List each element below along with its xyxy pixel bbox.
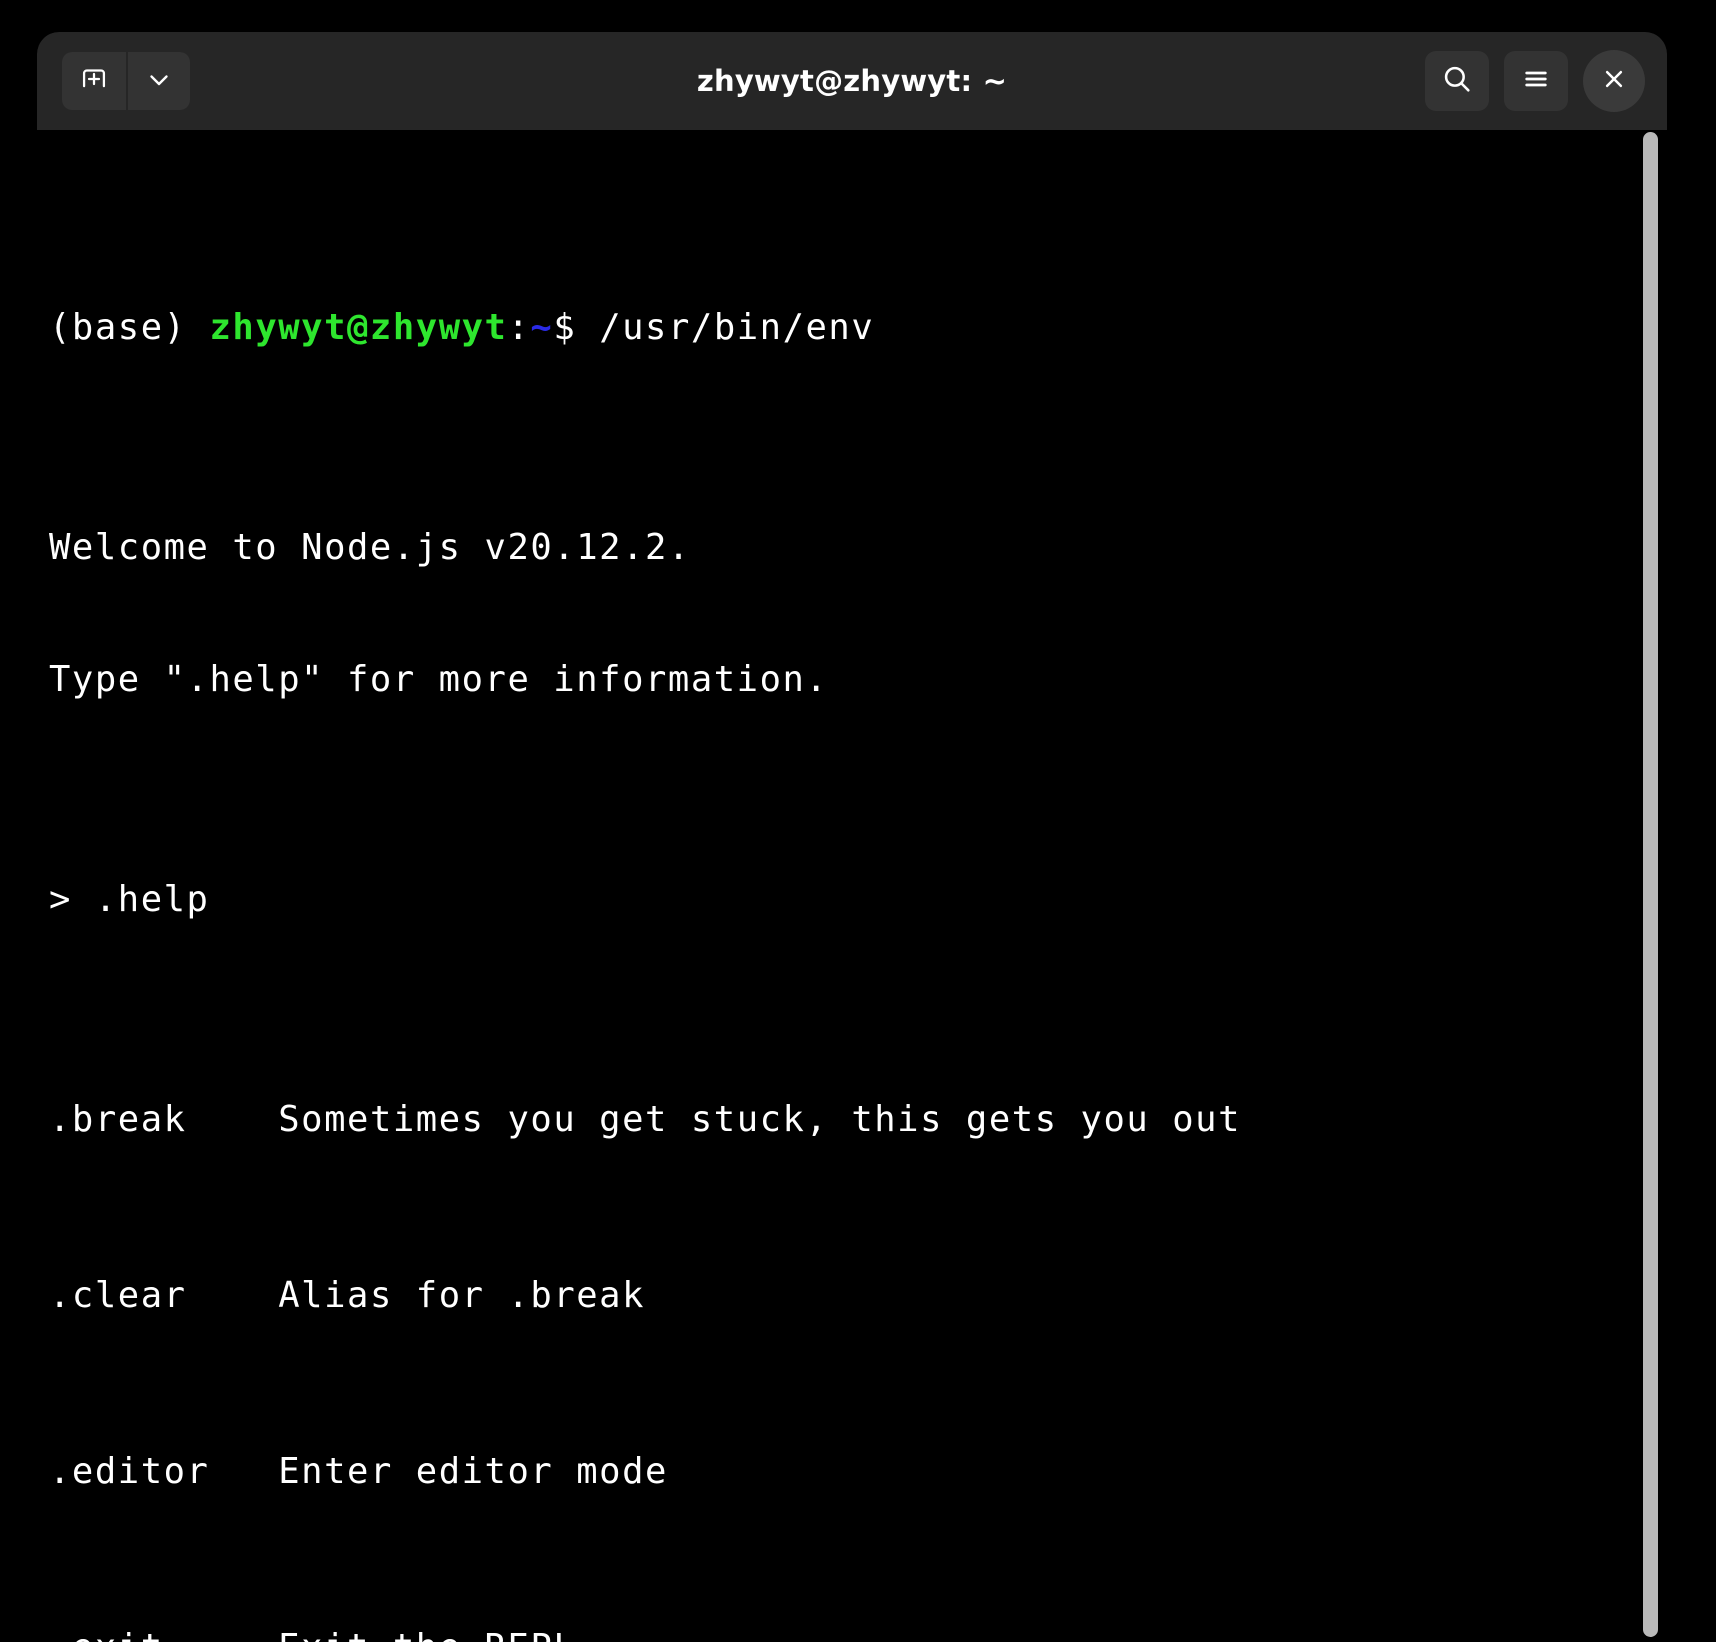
window-title: zhywyt@zhywyt: ~ — [696, 64, 1008, 98]
window-controls — [1425, 50, 1645, 112]
terminal-output-area[interactable]: (base) zhywyt@zhywyt:~$ /usr/bin/env Wel… — [37, 130, 1667, 1642]
new-tab-icon — [77, 62, 111, 100]
title-bar: zhywyt@zhywyt: ~ — [37, 32, 1667, 130]
repl-command-text: .help — [94, 879, 210, 920]
help-description: Enter editor mode — [278, 1451, 668, 1492]
prompt-colon: : — [507, 307, 531, 348]
new-tab-button[interactable] — [62, 52, 126, 110]
scrollbar[interactable] — [1641, 130, 1661, 1642]
terminal-window: zhywyt@zhywyt: ~ (base) zhywyt@zhywyt:~$… — [37, 32, 1667, 1642]
help-gap — [187, 1099, 279, 1140]
shell-command: /usr/bin/env — [599, 307, 875, 348]
scrollbar-thumb[interactable] — [1643, 132, 1658, 1637]
hamburger-menu-icon — [1520, 63, 1552, 99]
help-command: .editor — [49, 1451, 210, 1492]
help-gap — [164, 1627, 279, 1642]
terminal-text-content: (base) zhywyt@zhywyt:~$ /usr/bin/env Wel… — [49, 130, 1649, 1642]
help-description: Exit the REPL — [278, 1627, 576, 1642]
search-icon — [1440, 62, 1474, 100]
prompt-dollar: $ — [553, 307, 600, 348]
close-icon — [1599, 64, 1629, 98]
help-entry-row: .clear Alias for .break — [49, 1274, 1649, 1318]
help-gap — [209, 1451, 278, 1492]
help-description: Alias for .break — [278, 1275, 646, 1316]
help-command: .exit — [49, 1627, 164, 1642]
help-entry-row: .exit Exit the REPL — [49, 1626, 1649, 1642]
node-welcome-line: Welcome to Node.js v20.12.2. — [49, 527, 691, 568]
prompt-user-host: zhywyt@zhywyt — [209, 307, 508, 348]
tab-dropdown-button[interactable] — [126, 52, 190, 110]
conda-env-label: (base) — [49, 307, 210, 348]
prompt-path: ~ — [530, 307, 554, 348]
repl-command-line: > .help — [49, 878, 1649, 922]
close-button[interactable] — [1583, 50, 1645, 112]
shell-prompt-line: (base) zhywyt@zhywyt:~$ /usr/bin/env — [49, 306, 1649, 350]
tab-controls-group — [62, 52, 190, 110]
help-description: Sometimes you get stuck, this gets you o… — [278, 1099, 1242, 1140]
node-help-hint-line: Type ".help" for more information. — [49, 659, 829, 700]
repl-prompt-symbol: > — [49, 879, 95, 920]
help-entry-row: .editor Enter editor mode — [49, 1450, 1649, 1494]
help-command: .clear — [49, 1275, 187, 1316]
search-button[interactable] — [1425, 51, 1489, 111]
menu-button[interactable] — [1504, 51, 1568, 111]
help-entry-row: .break Sometimes you get stuck, this get… — [49, 1098, 1649, 1142]
help-command: .break — [49, 1099, 187, 1140]
help-gap — [187, 1275, 279, 1316]
chevron-down-icon — [144, 64, 174, 98]
